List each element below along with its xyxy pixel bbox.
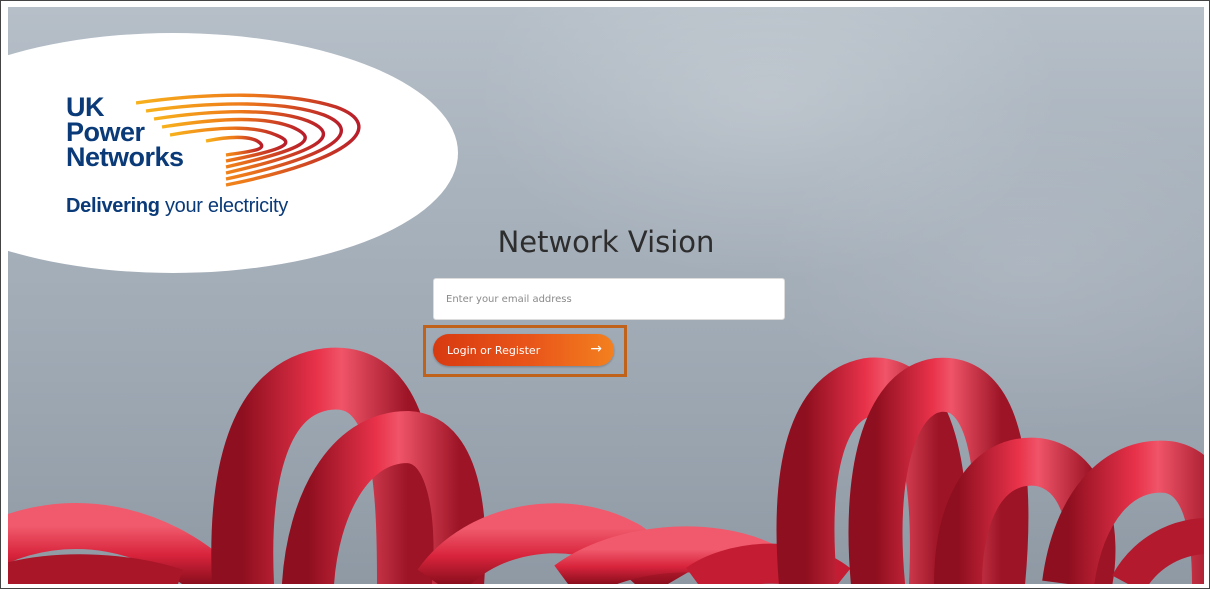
- login-register-button[interactable]: Login or Register →: [433, 334, 614, 366]
- brand-tagline: Delivering your electricity: [66, 195, 288, 218]
- screenshot-frame: UK Power Networks Delivering your electr…: [0, 0, 1210, 589]
- tagline-bold: Delivering: [66, 195, 160, 217]
- page-title: Network Vision: [497, 225, 715, 259]
- email-input[interactable]: [433, 278, 785, 320]
- login-register-label: Login or Register: [447, 343, 541, 357]
- brand-logo-swoosh-icon: [136, 93, 361, 187]
- tagline-rest: your electricity: [159, 195, 288, 217]
- arrow-right-icon: →: [590, 341, 602, 357]
- login-page: UK Power Networks Delivering your electr…: [8, 7, 1204, 584]
